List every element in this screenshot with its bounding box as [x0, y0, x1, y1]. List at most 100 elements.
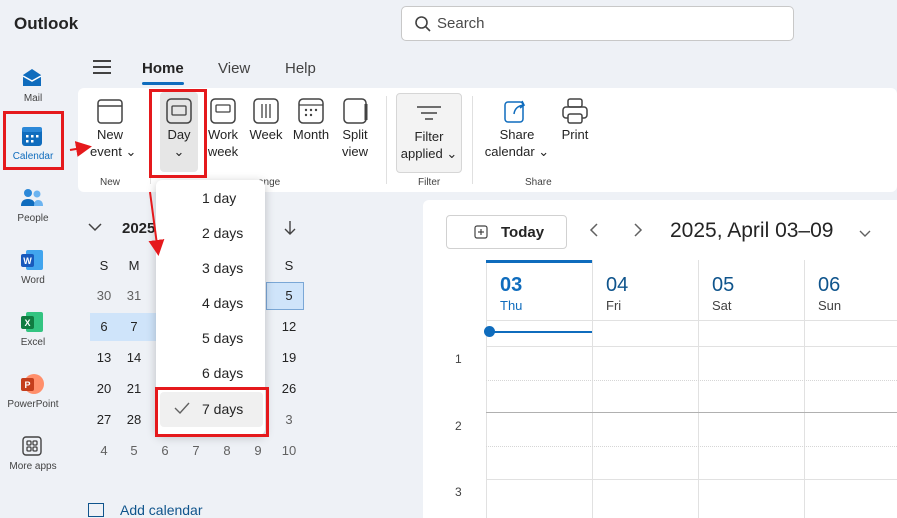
rail-item-excel[interactable]: X Excel [0, 300, 66, 360]
new-event-button[interactable]: New event ⌄ [90, 96, 136, 160]
grid-line [486, 320, 897, 321]
search-box[interactable]: Search [401, 6, 794, 41]
grid-line [486, 479, 897, 480]
day-column-header[interactable]: 03 Thu [486, 260, 592, 320]
week-icon [253, 98, 279, 124]
day-column-header[interactable]: 04 Fri [592, 260, 698, 320]
grid-line [486, 380, 897, 381]
mini-calendar-day[interactable]: 12 [277, 315, 301, 339]
share-icon [504, 100, 526, 123]
highlight-box [3, 111, 64, 170]
dropdown-option-6-days[interactable]: 6 days [156, 356, 265, 391]
weekday-header: S [99, 258, 109, 273]
rail-item-more-apps[interactable]: More apps [0, 424, 66, 484]
ribbon-tab-bar: Home View Help [78, 48, 897, 88]
svg-text:P: P [24, 380, 30, 390]
mini-calendar-day[interactable]: 26 [277, 377, 301, 401]
weekday-header: M [128, 258, 140, 273]
week-button[interactable]: Week [248, 96, 284, 143]
mini-calendar-day[interactable]: 5 [122, 439, 146, 463]
mini-calendar-day[interactable]: 30 [92, 284, 116, 308]
powerpoint-icon: P [21, 374, 44, 394]
grid-line [486, 412, 897, 413]
rail-item-mail[interactable]: Mail [0, 56, 66, 116]
split-view-icon [343, 98, 368, 124]
mini-calendar-day[interactable]: 20 [92, 377, 116, 401]
new-event-icon [97, 99, 123, 124]
dropdown-option-4-days[interactable]: 4 days [156, 286, 265, 321]
tab-home[interactable]: Home [142, 60, 184, 85]
date-range-label[interactable]: 2025, April 03–09 [670, 219, 833, 243]
chevron-down-icon[interactable] [859, 230, 871, 238]
mini-calendar-day[interactable]: 10 [277, 439, 301, 463]
ribbon-separator [472, 96, 473, 184]
dropdown-option-5-days[interactable]: 5 days [156, 321, 265, 356]
hour-label: 1 [455, 352, 462, 366]
month-icon [298, 98, 324, 124]
day-column-header[interactable]: 06 Sun [804, 260, 897, 320]
current-time-dot [484, 326, 495, 337]
more-apps-icon [22, 436, 42, 456]
search-input[interactable]: Search [437, 15, 485, 32]
day-column-header[interactable]: 05 Sat [698, 260, 804, 320]
dropdown-option-3-days[interactable]: 3 days [156, 251, 265, 286]
top-bar: Outlook Search [0, 0, 897, 48]
split-view-button[interactable]: Split view [338, 96, 372, 160]
mini-calendar-day[interactable]: 14 [122, 346, 146, 370]
today-calendar-icon [474, 225, 488, 239]
tab-help[interactable]: Help [285, 60, 316, 77]
mini-calendar-day[interactable]: 19 [277, 346, 301, 370]
mini-calendar-day[interactable]: 3 [277, 408, 301, 432]
print-icon [562, 98, 588, 124]
mini-calendar-day[interactable]: 13 [92, 346, 116, 370]
dropdown-option-1-day[interactable]: 1 day [156, 181, 265, 216]
highlight-box [155, 387, 269, 437]
app-title: Outlook [14, 14, 79, 33]
chevron-left-icon[interactable] [589, 222, 599, 238]
mail-icon [22, 69, 42, 86]
mini-calendar-day[interactable]: 5 [277, 284, 301, 308]
today-button[interactable]: Today [446, 215, 567, 249]
mini-calendar-day[interactable]: 7 [122, 315, 146, 339]
rail-item-powerpoint[interactable]: P PowerPoint [0, 362, 66, 422]
mini-calendar-day[interactable]: 6 [153, 439, 177, 463]
dropdown-option-2-days[interactable]: 2 days [156, 216, 265, 251]
print-button[interactable]: Print [556, 96, 594, 143]
ribbon-separator [386, 96, 387, 184]
arrow-down-icon[interactable] [283, 220, 297, 236]
work-week-icon [210, 98, 236, 124]
hour-label: 2 [455, 419, 462, 433]
word-icon: W [21, 250, 43, 270]
highlight-box [149, 89, 207, 178]
add-calendar-link[interactable]: Add calendar [88, 502, 203, 518]
mini-calendar-day[interactable]: 28 [122, 408, 146, 432]
mini-calendar-day[interactable]: 7 [184, 439, 208, 463]
rail-item-people[interactable]: People [0, 176, 66, 236]
mini-calendar-day[interactable]: 21 [122, 377, 146, 401]
tab-view[interactable]: View [218, 60, 250, 77]
mini-calendar-day[interactable]: 9 [246, 439, 270, 463]
mini-calendar-day[interactable]: 4 [92, 439, 116, 463]
current-time-line [486, 331, 592, 333]
group-label-filter: Filter [418, 177, 441, 188]
chevron-right-icon[interactable] [633, 222, 643, 238]
work-week-button[interactable]: Work week [206, 96, 240, 160]
svg-text:W: W [23, 256, 32, 266]
filter-button[interactable]: Filter applied ⌄ [396, 93, 462, 173]
hamburger-menu-icon[interactable] [93, 60, 111, 74]
share-calendar-button[interactable]: Share calendar ⌄ [482, 96, 552, 160]
mini-calendar-day[interactable]: 31 [122, 284, 146, 308]
mini-calendar-title: 2025 [122, 220, 156, 237]
month-button[interactable]: Month [291, 96, 331, 143]
calendar-main: Today 2025, April 03–09 03 Thu 04 Fri 05 Sa… [423, 200, 897, 518]
grid-line [486, 446, 897, 447]
chevron-down-icon[interactable] [88, 222, 102, 232]
mini-calendar-day[interactable]: 27 [92, 408, 116, 432]
chevron-down-icon: ⌄ [125, 144, 137, 159]
mini-calendar-day[interactable]: 6 [92, 315, 116, 339]
rail-item-word[interactable]: W Word [0, 238, 66, 298]
chevron-down-icon: ⌄ [538, 144, 550, 159]
mini-calendar-day[interactable]: 8 [215, 439, 239, 463]
svg-text:X: X [24, 318, 30, 328]
add-calendar-icon [88, 503, 104, 517]
